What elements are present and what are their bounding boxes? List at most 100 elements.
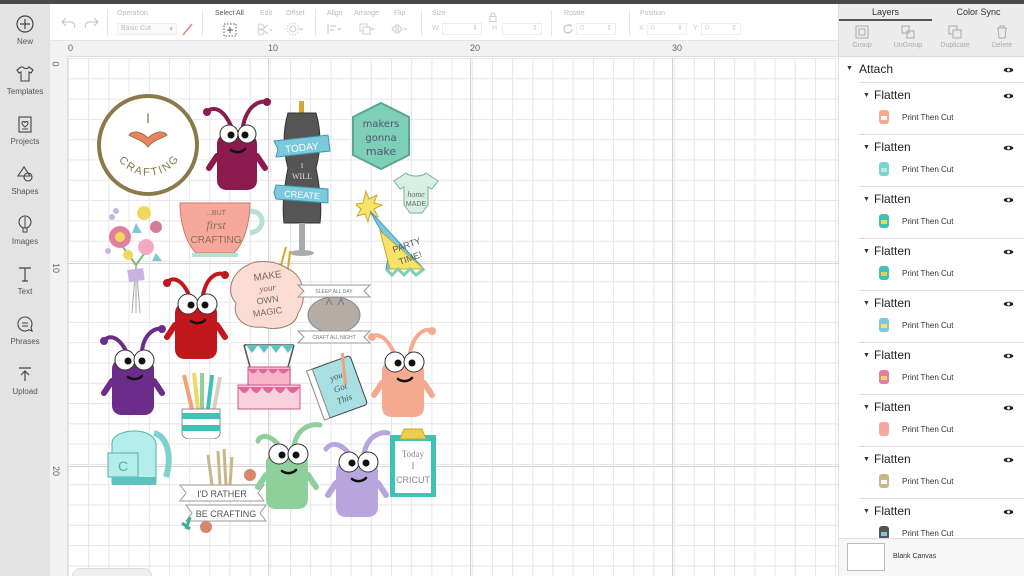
eye-icon[interactable] [1003, 144, 1014, 152]
layer-item-label[interactable]: Print Then Cut [902, 477, 953, 486]
arrange-icon[interactable] [358, 22, 376, 36]
canvas-color-swatch[interactable] [847, 543, 885, 571]
eye-icon[interactable] [1003, 196, 1014, 204]
eye-icon[interactable] [1003, 456, 1014, 464]
layer-item-label[interactable]: Print Then Cut [902, 269, 953, 278]
layer-item-label[interactable]: Print Then Cut [902, 425, 953, 434]
layer-group-flatten[interactable]: ▼ Flatten Print Then Cut [859, 238, 1024, 290]
magenta-monster[interactable] [203, 96, 273, 194]
sidebar-item-phrases[interactable]: Phrases [0, 308, 50, 358]
stepper-icon: ⇕ [472, 25, 478, 32]
caret-down-icon[interactable]: ▼ [863, 404, 870, 411]
toolbar-divider [551, 10, 552, 36]
lock-icon[interactable] [488, 12, 498, 22]
align-icon[interactable] [326, 22, 344, 36]
ungroup-button[interactable]: UnGroup [885, 25, 931, 49]
backpack[interactable]: C [106, 423, 176, 489]
height-input[interactable]: ⇕ [502, 23, 542, 35]
green-monster[interactable] [254, 419, 324, 511]
sidebar-item-label: Shapes [11, 187, 39, 196]
purple-monster[interactable] [100, 323, 168, 417]
layer-item-label[interactable]: Print Then Cut [902, 529, 953, 538]
peach-monster[interactable] [368, 323, 438, 419]
layer-cake[interactable] [236, 341, 302, 413]
caret-down-icon[interactable]: ▼ [863, 144, 870, 151]
width-input[interactable]: ⇕ [442, 23, 482, 35]
sleep-all-day-cat[interactable]: SLEEP ALL DAY CRAFT ALL NIGHT [296, 279, 372, 345]
blank-canvas-row[interactable]: Blank Canvas [839, 538, 1024, 576]
chevron-down-icon: ▾ [169, 26, 173, 33]
layer-group-flatten[interactable]: ▼ Flatten Print Then Cut [859, 394, 1024, 446]
layer-group-flatten[interactable]: ▼ Flatten Print Then Cut [859, 290, 1024, 342]
layer-group-flatten[interactable]: ▼ Flatten Print Then Cut [859, 498, 1024, 538]
i-love-crafting-badge[interactable]: I CRAFTING [95, 93, 201, 197]
layer-group-flatten[interactable]: ▼ Flatten Print Then Cut [859, 134, 1024, 186]
flip-icon[interactable] [390, 22, 408, 36]
caret-down-icon[interactable]: ▼ [863, 456, 870, 463]
sidebar-item-upload[interactable]: Upload [0, 358, 50, 408]
sidebar-item-shapes[interactable]: Shapes [0, 158, 50, 208]
layer-item-label[interactable]: Print Then Cut [902, 321, 953, 330]
layer-item-label[interactable]: Print Then Cut [902, 373, 953, 382]
layer-item-label[interactable]: Print Then Cut [902, 217, 953, 226]
red-monster[interactable] [163, 267, 231, 363]
eye-icon[interactable] [1003, 508, 1014, 516]
sidebar-item-templates[interactable]: Templates [0, 58, 50, 108]
caret-down-icon[interactable]: ▼ [863, 196, 870, 203]
design-canvas[interactable]: 0 10 20 30 0 10 20 I CRAFTING TODAY I WI… [50, 41, 838, 576]
sidebar-item-images[interactable]: Images [0, 208, 50, 258]
offset-icon[interactable] [286, 22, 304, 36]
tab-color-sync[interactable]: Color Sync [932, 4, 1024, 21]
operation-select[interactable]: Basic Cut ▾ [117, 23, 177, 35]
height-label: H [492, 25, 498, 32]
makers-gonna-make-hexagon[interactable]: makers gonna make [350, 101, 412, 171]
layers-panel: Layers Color Sync Group UnGroup Duplicat… [838, 4, 1024, 576]
layer-attach[interactable]: ▼ Attach [839, 58, 1024, 82]
svg-text:I: I [412, 461, 415, 471]
flower-bouquet[interactable] [100, 203, 172, 318]
sidebar-item-text[interactable]: Text [0, 258, 50, 308]
caret-down-icon[interactable]: ▼ [863, 352, 870, 359]
duplicate-button[interactable]: Duplicate [932, 25, 978, 49]
layer-group-flatten[interactable]: ▼ Flatten Print Then Cut [859, 342, 1024, 394]
eye-icon[interactable] [1003, 92, 1014, 100]
eye-icon[interactable] [1003, 404, 1014, 412]
caret-down-icon[interactable]: ▼ [863, 248, 870, 255]
you-got-this-notebook[interactable]: you Got This [306, 353, 372, 421]
eye-icon[interactable] [1003, 66, 1014, 74]
eye-icon[interactable] [1003, 300, 1014, 308]
dress-form[interactable]: TODAY I WILL CREATE [272, 101, 332, 259]
layer-group-flatten[interactable]: ▼ Flatten Print Then Cut [859, 82, 1024, 134]
layer-group-flatten[interactable]: ▼ Flatten Print Then Cut [859, 446, 1024, 498]
x-position-input[interactable]: 0 ⇕ [647, 23, 687, 35]
caret-down-icon[interactable]: ▼ [863, 508, 870, 515]
layer-item-label[interactable]: Print Then Cut [902, 113, 953, 122]
eye-icon[interactable] [1003, 248, 1014, 256]
group-button[interactable]: Group [839, 25, 885, 49]
rotate-input[interactable]: 0 ⇕ [576, 23, 616, 35]
y-position-input[interactable]: 0 ⇕ [701, 23, 741, 35]
layer-actions: Group UnGroup Duplicate Delete [839, 21, 1024, 57]
pen-color-icon[interactable] [181, 22, 193, 36]
left-sidebar: New Templates Projects Shapes Images Tex… [0, 4, 50, 576]
delete-button[interactable]: Delete [979, 25, 1024, 49]
sidebar-item-projects[interactable]: Projects [0, 108, 50, 158]
party-time-hat[interactable]: PARTY TIME! [356, 189, 428, 291]
edit-icon[interactable] [256, 22, 274, 36]
caret-down-icon[interactable]: ▼ [863, 92, 870, 99]
layer-group-flatten[interactable]: ▼ Flatten Print Then Cut [859, 186, 1024, 238]
redo-icon[interactable] [82, 16, 100, 30]
zoom-control[interactable] [72, 568, 152, 576]
pencil-cup[interactable] [178, 371, 224, 439]
layer-item-label[interactable]: Print Then Cut [902, 165, 953, 174]
eye-icon[interactable] [1003, 352, 1014, 360]
select-all-icon[interactable] [223, 23, 237, 37]
caret-down-icon[interactable]: ▼ [846, 65, 853, 72]
undo-icon[interactable] [60, 16, 78, 30]
tab-layers[interactable]: Layers [839, 4, 932, 21]
lavender-monster[interactable] [322, 427, 394, 519]
caret-down-icon[interactable]: ▼ [863, 300, 870, 307]
toolbar-divider [202, 10, 203, 36]
sidebar-item-new[interactable]: New [0, 8, 50, 58]
today-i-cricut-clipboard[interactable]: Today I CRICUT [388, 427, 438, 499]
